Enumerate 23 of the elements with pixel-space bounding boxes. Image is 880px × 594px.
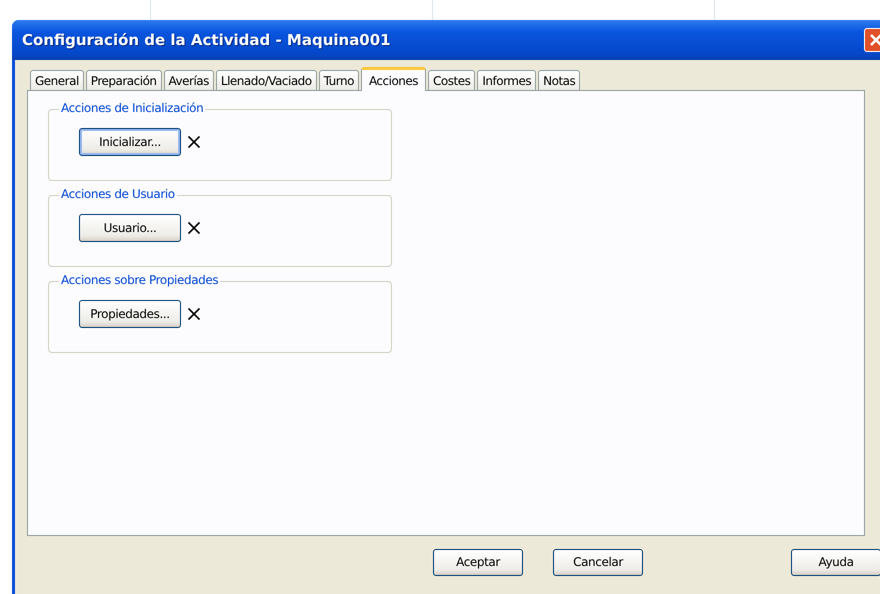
- cross-icon: [187, 307, 201, 321]
- dialog-button[interactable]: Cancelar: [553, 548, 643, 576]
- tab[interactable]: Llenado/Vaciado: [216, 70, 317, 90]
- action-button[interactable]: Propiedades...: [79, 300, 181, 328]
- dialog-button[interactable]: Aceptar: [433, 548, 523, 576]
- action-button[interactable]: Usuario...: [79, 214, 181, 242]
- cross-icon: [187, 221, 201, 235]
- tab[interactable]: Averías: [164, 70, 214, 90]
- window-title: Configuración de la Actividad - Maquina001: [22, 31, 392, 49]
- action-button[interactable]: Inicializar...: [79, 128, 181, 156]
- dialog-button[interactable]: Ayuda: [791, 548, 880, 576]
- tab[interactable]: Informes: [477, 70, 536, 90]
- tab[interactable]: Acciones: [360, 67, 426, 91]
- tab[interactable]: General: [30, 70, 84, 90]
- close-icon: [869, 33, 880, 47]
- tab[interactable]: Costes: [428, 70, 476, 90]
- cross-icon: [187, 135, 201, 149]
- tab[interactable]: Preparación: [86, 70, 162, 90]
- group-title: Acciones de Inicialización: [59, 101, 206, 115]
- tab[interactable]: Notas: [538, 70, 580, 90]
- group-title: Acciones sobre Propiedades: [59, 273, 220, 287]
- tab[interactable]: Turno: [318, 70, 359, 90]
- group-title: Acciones de Usuario: [59, 187, 177, 201]
